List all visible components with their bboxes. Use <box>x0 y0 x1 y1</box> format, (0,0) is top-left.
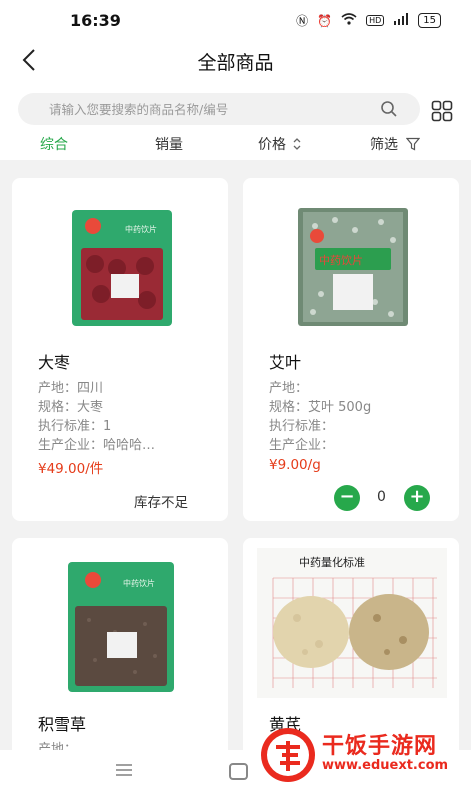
home-icon[interactable] <box>229 763 248 780</box>
product-spec: 规格：大枣 <box>38 400 104 415</box>
wifi-icon <box>341 13 357 28</box>
grid-view-icon[interactable] <box>431 100 453 122</box>
status-bar: 16:39 Ⓝ ⏰ HD 15 <box>0 0 471 40</box>
product-card[interactable]: 中药饮片 大枣 产地：四川 规格：大枣 执行标准：1 生产企业：哈哈哈… ¥49… <box>12 178 228 521</box>
product-standard: 执行标准：1 <box>38 419 112 434</box>
product-card[interactable]: 中药量化标准 黄芪 <box>243 538 459 750</box>
tab-comprehensive[interactable]: 综合 <box>40 134 68 154</box>
search-input[interactable] <box>49 93 369 125</box>
product-company: 生产企业：哈哈哈… <box>38 438 156 453</box>
image-label: 中药饮片 <box>123 578 155 588</box>
decrease-quantity-button[interactable]: − <box>334 485 360 511</box>
watermark-logo-icon <box>261 728 315 782</box>
image-label: 中药量化标准 <box>299 555 365 569</box>
product-origin: 产地： <box>38 742 78 750</box>
product-name: 大枣 <box>38 353 71 372</box>
product-name: 积雪草 <box>38 715 87 734</box>
page-title: 全部商品 <box>197 52 274 74</box>
product-image: 中药量化标准 <box>257 548 447 698</box>
increase-quantity-button[interactable]: + <box>404 485 430 511</box>
stock-status: 库存不足 <box>134 495 188 511</box>
product-card[interactable]: 中药饮片 艾叶 产地： 规格：艾叶 500g 执行标准： 生产企业： ¥9.00… <box>243 178 459 521</box>
product-origin: 产地： <box>269 381 309 396</box>
header: 全部商品 <box>0 40 471 82</box>
product-image: 中药饮片 <box>72 210 172 326</box>
nfc-icon: Ⓝ <box>296 14 309 28</box>
image-label: 中药饮片 <box>319 254 363 267</box>
search-box <box>18 93 420 125</box>
tab-sales-label: 销量 <box>155 137 183 153</box>
watermark-title: 干饭手游网 <box>322 734 438 759</box>
quantity-value: 0 <box>377 489 386 505</box>
product-grid: 中药饮片 大枣 产地：四川 规格：大枣 执行标准：1 生产企业：哈哈哈… ¥49… <box>0 160 471 750</box>
image-label: 中药饮片 <box>125 224 157 234</box>
product-image: 中药饮片 <box>68 562 174 692</box>
search-row <box>0 82 471 130</box>
alarm-icon: ⏰ <box>317 13 333 28</box>
tab-filter-label: 筛选 <box>370 137 398 153</box>
funnel-icon <box>406 137 420 151</box>
tab-price-label: 价格 <box>258 137 286 153</box>
tab-sales[interactable]: 销量 <box>155 134 183 154</box>
product-price: ¥9.00/g <box>269 457 321 473</box>
product-name: 艾叶 <box>269 353 302 372</box>
sort-arrows-icon <box>293 138 301 150</box>
product-company: 生产企业： <box>269 438 335 453</box>
product-origin: 产地：四川 <box>38 381 104 396</box>
hd-badge: HD <box>366 15 385 26</box>
status-time: 16:39 <box>70 11 121 30</box>
tab-filter[interactable]: 筛选 <box>370 134 420 154</box>
product-image: 中药饮片 <box>298 208 408 326</box>
filter-bar: 综合 销量 价格 筛选 <box>0 130 471 160</box>
watermark-url: www.eduext.com <box>322 758 449 773</box>
product-spec: 规格：艾叶 500g <box>269 400 372 415</box>
battery-icon: 15 <box>418 13 441 28</box>
signal-icon <box>393 13 409 28</box>
menu-icon[interactable] <box>116 763 132 777</box>
product-card[interactable]: 中药饮片 积雪草 产地： <box>12 538 228 750</box>
search-icon[interactable] <box>380 100 398 118</box>
status-icons: Ⓝ ⏰ HD 15 <box>296 12 441 29</box>
product-price: ¥49.00/件 <box>38 461 104 477</box>
product-standard: 执行标准： <box>269 419 335 434</box>
tab-comprehensive-label: 综合 <box>40 137 68 153</box>
tab-price[interactable]: 价格 <box>258 134 303 154</box>
